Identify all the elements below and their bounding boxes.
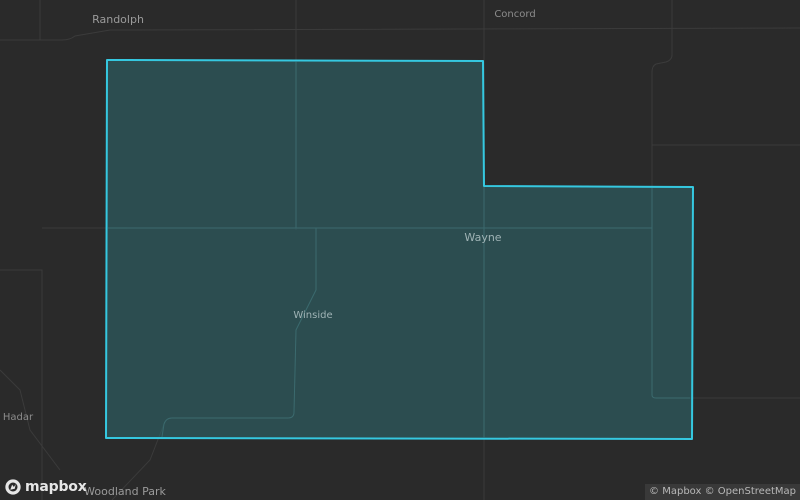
mapbox-logo-text: mapbox	[25, 479, 87, 495]
road	[0, 269, 43, 500]
place-label-randolph: Randolph	[92, 13, 144, 26]
map-canvas[interactable]: Randolph Concord Wayne Winside Hadar Woo…	[0, 0, 800, 500]
map-layer	[0, 0, 800, 500]
place-label-wayne: Wayne	[464, 231, 502, 244]
place-label-concord: Concord	[494, 9, 536, 20]
copyright-symbol: ©	[704, 486, 715, 497]
mapbox-logo-icon	[5, 479, 21, 495]
map-attribution: © Mapbox © OpenStreetMap	[645, 484, 800, 500]
copyright-symbol: ©	[649, 486, 660, 497]
place-label-hadar: Hadar	[2, 412, 34, 423]
attribution-link-osm[interactable]: OpenStreetMap	[718, 486, 796, 497]
attribution-link-mapbox[interactable]: Mapbox	[662, 486, 701, 497]
mapbox-logo[interactable]: mapbox	[4, 478, 87, 496]
road	[0, 27, 800, 41]
place-label-winside: Winside	[293, 310, 333, 321]
place-label-woodland-park: Woodland Park	[84, 485, 166, 498]
highlighted-region[interactable]	[105, 59, 694, 440]
